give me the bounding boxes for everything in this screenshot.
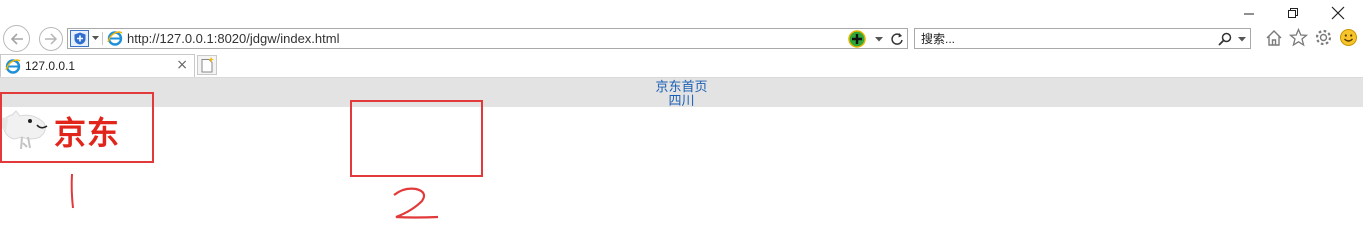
new-tab-button[interactable] [197,55,217,75]
tab-close-button[interactable]: × [176,58,188,72]
favorites-star-icon[interactable] [1289,28,1308,47]
search-input[interactable] [921,30,1211,47]
restore-button[interactable] [1273,2,1313,24]
dropdown-arrow-icon[interactable] [92,36,99,41]
annotation-number-2 [393,187,439,219]
tab-127-0-0-1[interactable]: 127.0.0.1 × [0,54,195,77]
url-text[interactable]: http://127.0.0.1:8020/jdgw/index.html [127,31,339,46]
close-window-button[interactable] [1318,2,1358,24]
separator [102,32,103,45]
search-icon[interactable] [1218,32,1232,46]
ie-page-icon [107,30,123,49]
forward-arrow-icon [45,33,58,45]
home-icon[interactable] [1265,29,1283,47]
compat-shield-button[interactable] [70,30,89,47]
restore-icon [1288,8,1298,18]
search-box[interactable] [914,28,1251,49]
tab-title: 127.0.0.1 [25,59,76,73]
ie-tab-icon [5,58,21,77]
annotation-number-1 [70,173,74,209]
search-dropdown-icon[interactable] [1238,37,1246,42]
refresh-icon[interactable] [890,32,904,46]
url-dropdown-icon[interactable] [875,37,883,42]
addon-plus-icon[interactable] [848,30,866,48]
minimize-icon [1244,13,1254,15]
page-header: 京东首页 四川 [0,77,1363,108]
address-bar[interactable]: http://127.0.0.1:8020/jdgw/index.html [67,28,908,49]
minimize-button[interactable] [1229,2,1269,24]
settings-gear-icon[interactable] [1314,28,1333,47]
feedback-smiley-icon[interactable] [1339,28,1358,47]
new-tab-icon [201,57,214,73]
back-button[interactable] [3,25,30,52]
close-icon [1331,6,1345,20]
annotation-box-2 [350,100,483,177]
jd-home-link[interactable]: 京东首页 [0,79,1363,94]
annotation-box-1 [0,92,154,163]
forward-button[interactable] [39,27,63,51]
location-link[interactable]: 四川 [0,93,1363,108]
shield-plus-icon [74,32,85,45]
back-arrow-icon [10,32,23,45]
